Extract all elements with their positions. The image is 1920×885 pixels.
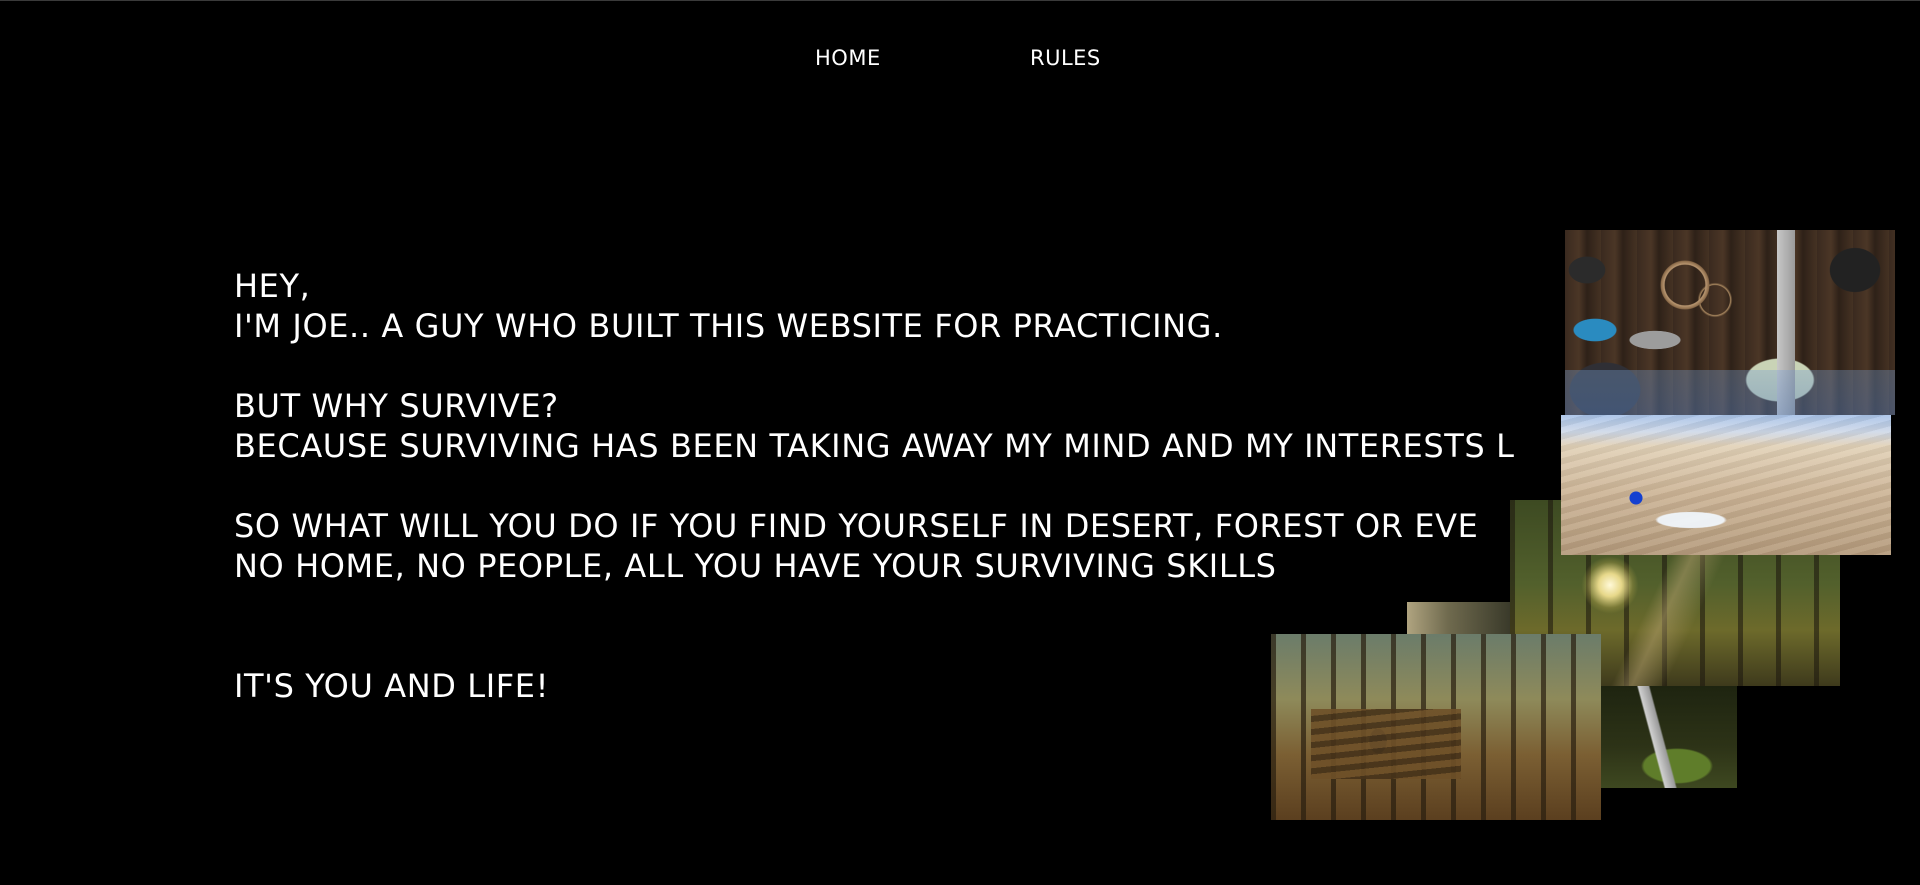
photo-overlay-band xyxy=(1565,370,1895,415)
question-heading: BUT WHY SURVIVE? xyxy=(234,387,559,425)
nav-rules-link[interactable]: RULES xyxy=(1030,46,1101,70)
reason-text: BECAUSE SURVIVING HAS BEEN TAKING AWAY M… xyxy=(234,427,1515,465)
nav-home-link[interactable]: HOME xyxy=(815,46,881,70)
greeting: HEY, xyxy=(234,267,311,305)
photo-survival-gear xyxy=(1565,230,1895,415)
introduction: I'M JOE.. A GUY WHO BUILT THIS WEBSITE F… xyxy=(234,307,1223,345)
photo-desert-bottle xyxy=(1561,415,1891,555)
scenario-text: SO WHAT WILL YOU DO IF YOU FIND YOURSELF… xyxy=(234,507,1479,545)
skills-text: NO HOME, NO PEOPLE, ALL YOU HAVE YOUR SU… xyxy=(234,547,1277,585)
photo-knife-moss xyxy=(1597,686,1737,788)
top-border xyxy=(0,0,1920,1)
tagline: IT'S YOU AND LIFE! xyxy=(234,667,550,705)
intro-text: HEY, I'M JOE.. A GUY WHO BUILT THIS WEBS… xyxy=(234,266,1515,706)
